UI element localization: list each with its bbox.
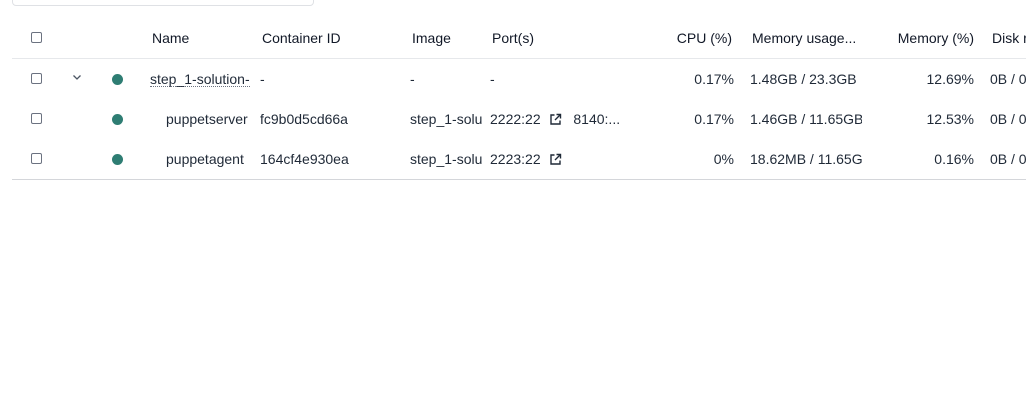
container-id: fc9b0d5cd66a [260, 111, 348, 127]
memory-percent-value: 12.69% [926, 71, 974, 87]
search-box[interactable] [12, 0, 314, 6]
container-id: - [260, 71, 265, 87]
memory-usage-value: 1.46GB / 11.65GB [750, 111, 862, 127]
image-name[interactable]: step_1-solu [410, 139, 482, 179]
column-header-memory-usage[interactable]: Memory usage... [752, 18, 872, 58]
chevron-down-icon[interactable] [71, 71, 83, 83]
ports-cell: 2222:22 8140:... [490, 99, 620, 139]
column-header-container-id[interactable]: Container ID [262, 18, 402, 58]
ports-cell: 2223:22 [490, 139, 620, 179]
container-id: 164cf4e930ea [260, 151, 349, 167]
image-name: - [410, 71, 415, 87]
container-name[interactable]: puppetserver [166, 99, 252, 139]
memory-usage-value: 1.48GB / 23.3GB [750, 71, 857, 87]
column-header-cpu[interactable]: CPU (%) [652, 18, 732, 58]
column-header-image[interactable]: Image [412, 18, 482, 58]
disk-value: 0B / 0 [990, 151, 1026, 167]
table-row[interactable]: step_1-solution- - - - 0.17% 1.48GB / 23… [12, 59, 1026, 99]
table-row[interactable]: puppetagent 164cf4e930ea step_1-solu 222… [12, 139, 1026, 180]
containers-table: Name Container ID Image Port(s) CPU (%) … [12, 18, 1026, 180]
cpu-value: 0.17% [694, 111, 734, 127]
status-dot-icon [112, 154, 123, 165]
image-name[interactable]: step_1-solu [410, 99, 482, 139]
memory-usage-value: 18.62MB / 11.65G [750, 151, 862, 167]
port-link[interactable]: 2222:22 [490, 111, 541, 127]
column-header-ports[interactable]: Port(s) [492, 18, 612, 58]
column-header-name[interactable]: Name [152, 18, 252, 58]
cpu-value: 0.17% [694, 71, 734, 87]
port-link[interactable]: 8140:... [573, 111, 620, 127]
cpu-value: 0% [713, 151, 734, 167]
table-header: Name Container ID Image Port(s) CPU (%) … [12, 18, 1026, 59]
status-dot-icon [112, 74, 123, 85]
column-header-memory-percent[interactable]: Memory (%) [882, 18, 974, 58]
container-name-text[interactable]: step_1-solution- [150, 72, 250, 87]
external-link-icon[interactable] [549, 153, 562, 166]
select-all-checkbox[interactable] [31, 32, 42, 43]
status-dot-icon [112, 114, 123, 125]
container-name[interactable]: step_1-solution- [150, 59, 252, 99]
row-checkbox[interactable] [31, 153, 42, 164]
port-link[interactable]: 2223:22 [490, 151, 541, 167]
row-checkbox[interactable] [31, 113, 42, 124]
disk-value: 0B / 0 [990, 111, 1026, 127]
row-checkbox[interactable] [31, 73, 42, 84]
table-row[interactable]: puppetserver fc9b0d5cd66a step_1-solu 22… [12, 99, 1026, 139]
container-name[interactable]: puppetagent [166, 139, 252, 179]
memory-percent-value: 12.53% [926, 111, 974, 127]
column-header-disk[interactable]: Disk r [992, 18, 1026, 58]
ports-cell: - [490, 59, 620, 99]
disk-value: 0B / 0 [990, 71, 1026, 87]
port-mapping: - [490, 71, 495, 87]
external-link-icon[interactable] [549, 113, 562, 126]
memory-percent-value: 0.16% [934, 151, 974, 167]
